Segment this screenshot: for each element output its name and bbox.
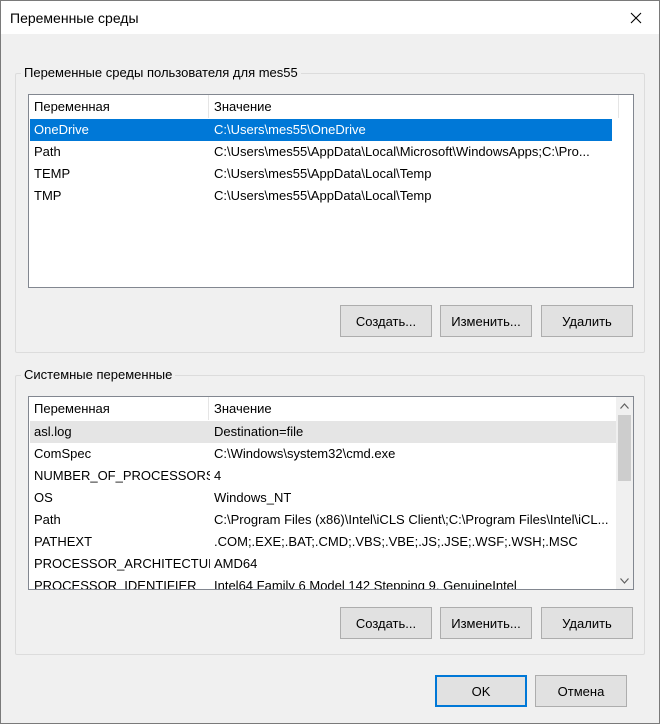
variable-value: .COM;.EXE;.BAT;.CMD;.VBS;.VBE;.JS;.JSE;.…: [214, 534, 578, 549]
variable-value: Destination=file: [214, 424, 304, 439]
user-variables-group: Переменные среды пользователя для mes55 …: [15, 65, 645, 353]
system-list-scrollbar[interactable]: [616, 397, 633, 589]
variable-value: C:\Windows\system32\cmd.exe: [214, 446, 396, 461]
title-bar: Переменные среды: [1, 1, 659, 34]
system-list-rows: asl.log Destination=file ComSpec C:\Wind…: [29, 420, 616, 589]
variable-name: TEMP: [34, 166, 71, 181]
user-variables-legend: Переменные среды пользователя для mes55: [21, 65, 301, 80]
close-button[interactable]: [613, 1, 659, 34]
variable-value: C:\Users\mes55\AppData\Local\Temp: [214, 188, 432, 203]
chevron-down-icon: [620, 577, 629, 584]
variable-name: TMP: [34, 188, 62, 203]
scroll-up-button[interactable]: [616, 397, 633, 414]
column-header-variable[interactable]: Переменная: [29, 95, 209, 118]
user-list-header: Переменная Значение: [29, 95, 633, 118]
variable-value: AMD64: [214, 556, 258, 571]
variable-name: NUMBER_OF_PROCESSORS: [34, 468, 210, 483]
system-edit-button[interactable]: Изменить...: [440, 607, 532, 639]
variable-value: C:\Program Files (x86)\Intel\iCLS Client…: [214, 512, 609, 527]
variable-name: PROCESSOR_ARCHITECTURE: [34, 556, 210, 571]
scrollbar-thumb[interactable]: [618, 415, 631, 481]
variable-value: Windows_NT: [214, 490, 292, 505]
list-item-number-of-processors[interactable]: NUMBER_OF_PROCESSORS 4: [30, 465, 616, 487]
user-variables-list[interactable]: Переменная Значение OneDrive C:\Users\me…: [28, 94, 634, 288]
variable-value: 4: [214, 468, 222, 483]
variable-value: C:\Users\mes55\OneDrive: [214, 122, 366, 137]
variable-value: C:\Users\mes55\AppData\Local\Temp: [214, 166, 432, 181]
variable-value: C:\Users\mes55\AppData\Local\Microsoft\W…: [214, 144, 590, 159]
variable-name: asl.log: [34, 424, 72, 439]
column-header-value[interactable]: Значение: [209, 397, 618, 420]
chevron-up-icon: [620, 402, 629, 409]
window-title: Переменные среды: [10, 10, 139, 26]
ok-button[interactable]: OK: [435, 675, 527, 707]
list-item-processor-identifier[interactable]: PROCESSOR_IDENTIFIER Intel64 Family 6 Mo…: [30, 575, 616, 590]
column-header-variable[interactable]: Переменная: [29, 397, 209, 420]
list-item-onedrive[interactable]: OneDrive C:\Users\mes55\OneDrive: [30, 119, 612, 141]
close-icon: [630, 12, 642, 23]
system-variables-legend: Системные переменные: [21, 367, 176, 382]
column-header-value[interactable]: Значение: [209, 95, 619, 118]
variable-name: ComSpec: [34, 446, 92, 461]
list-item-os[interactable]: OS Windows_NT: [30, 487, 616, 509]
system-new-button[interactable]: Создать...: [340, 607, 432, 639]
list-item-tmp[interactable]: TMP C:\Users\mes55\AppData\Local\Temp: [30, 185, 612, 207]
cancel-button[interactable]: Отмена: [535, 675, 627, 707]
system-variables-list[interactable]: Переменная Значение asl.log Destination=…: [28, 396, 634, 590]
system-variables-group: Системные переменные Переменная Значение…: [15, 367, 645, 655]
variable-name: Path: [34, 512, 61, 527]
list-item-path[interactable]: Path C:\Users\mes55\AppData\Local\Micros…: [30, 141, 612, 163]
user-delete-button[interactable]: Удалить: [541, 305, 633, 337]
variable-name: OneDrive: [34, 122, 89, 137]
variable-value: Intel64 Family 6 Model 142 Stepping 9, G…: [214, 578, 517, 590]
variable-name: Path: [34, 144, 61, 159]
list-item-processor-architecture[interactable]: PROCESSOR_ARCHITECTURE AMD64: [30, 553, 616, 575]
user-new-button[interactable]: Создать...: [340, 305, 432, 337]
list-item-pathext[interactable]: PATHEXT .COM;.EXE;.BAT;.CMD;.VBS;.VBE;.J…: [30, 531, 616, 553]
system-list-header: Переменная Значение: [29, 397, 618, 420]
variable-name: OS: [34, 490, 53, 505]
list-item-asl-log[interactable]: asl.log Destination=file: [30, 421, 616, 443]
list-item-temp[interactable]: TEMP C:\Users\mes55\AppData\Local\Temp: [30, 163, 612, 185]
user-list-rows: OneDrive C:\Users\mes55\OneDrive Path C:…: [29, 118, 633, 287]
variable-name: PROCESSOR_IDENTIFIER: [34, 578, 197, 590]
environment-variables-dialog: Переменные среды Переменные среды пользо…: [0, 0, 660, 724]
list-item-comspec[interactable]: ComSpec C:\Windows\system32\cmd.exe: [30, 443, 616, 465]
system-delete-button[interactable]: Удалить: [541, 607, 633, 639]
variable-name: PATHEXT: [34, 534, 93, 549]
list-item-path[interactable]: Path C:\Program Files (x86)\Intel\iCLS C…: [30, 509, 616, 531]
user-edit-button[interactable]: Изменить...: [440, 305, 532, 337]
scroll-down-button[interactable]: [616, 572, 633, 589]
